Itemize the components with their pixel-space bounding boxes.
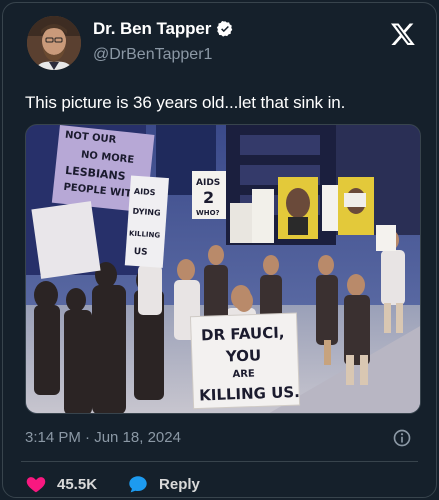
- sign-aids2-line-3: WHO?: [196, 209, 220, 217]
- display-name[interactable]: Dr. Ben Tapper: [93, 19, 211, 39]
- reply-bubble-icon: [129, 476, 147, 493]
- x-logo-icon[interactable]: [390, 21, 416, 47]
- sign-aids2-line-2: 2: [203, 188, 214, 207]
- protest-photo-illustration: NOT OUR NO MORE LESBIANS PEOPLE WITH AID…: [26, 125, 420, 413]
- heart-icon: [26, 477, 46, 493]
- tweet-timestamp[interactable]: 3:14 PM · Jun 18, 2024: [25, 429, 181, 446]
- sign-aids2-line-1: AIDS: [196, 178, 220, 188]
- author-handle[interactable]: @DrBenTapper1: [93, 46, 212, 64]
- sign-front-line-3: ARE: [232, 369, 255, 381]
- sign-middle-line-1: AIDS: [134, 187, 156, 197]
- verified-badge-icon: [217, 21, 233, 37]
- like-count: 45.5K: [57, 475, 98, 493]
- like-button[interactable]: 45.5K: [25, 473, 97, 495]
- tweet-text: This picture is 36 years old...let that …: [25, 93, 346, 112]
- reply-label: Reply: [159, 475, 200, 493]
- avatar-image: [27, 16, 81, 70]
- avatar[interactable]: [27, 16, 81, 70]
- tweet-actions: 45.5K Reply: [25, 473, 230, 495]
- sign-front-line-2: YOU: [225, 346, 262, 365]
- author-name-row: Dr. Ben Tapper: [93, 19, 234, 39]
- tweet-photo[interactable]: NOT OUR NO MORE LESBIANS PEOPLE WITH AID…: [25, 124, 421, 414]
- sign-front-line-4: KILLING US.: [199, 383, 300, 405]
- tweet-card: Dr. Ben Tapper @DrBenTapper1 This pictur…: [2, 2, 437, 498]
- sign-front-line-1: DR FAUCI,: [201, 323, 285, 344]
- sign-middle-line-4: US: [133, 247, 147, 258]
- divider: [21, 461, 418, 462]
- info-icon[interactable]: [392, 428, 412, 448]
- reply-button[interactable]: Reply: [127, 473, 200, 495]
